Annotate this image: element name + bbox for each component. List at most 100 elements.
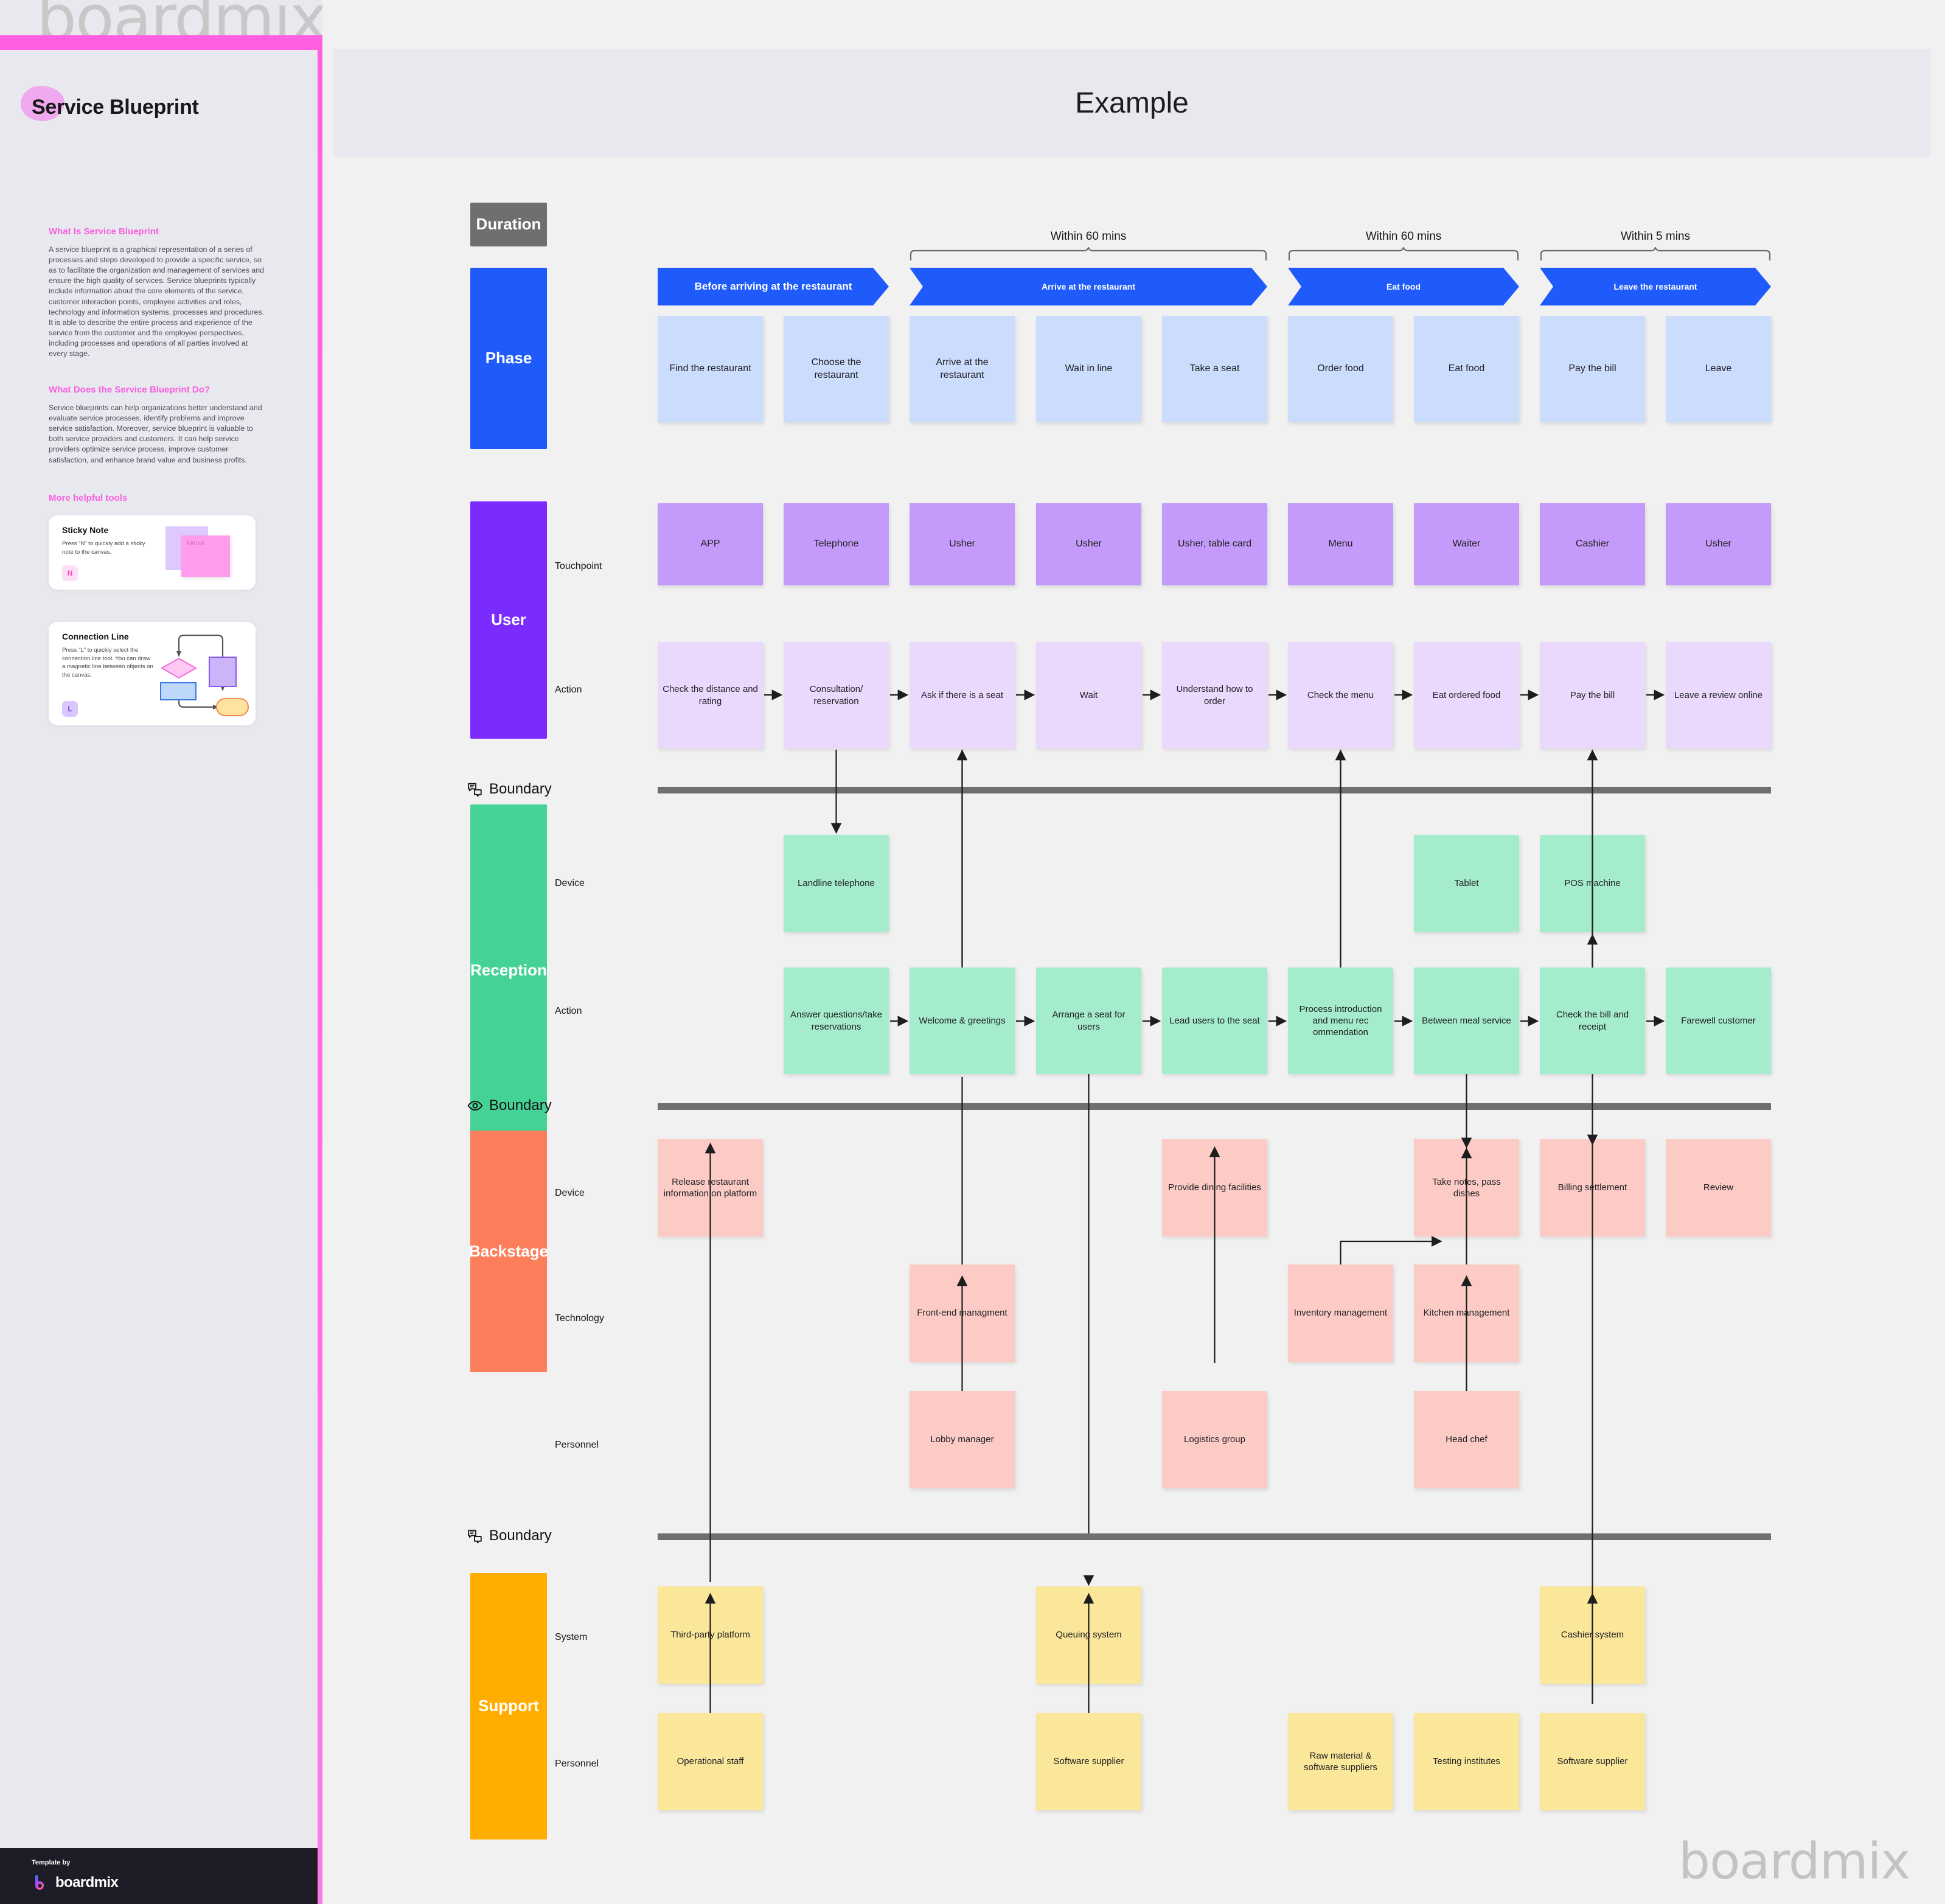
boundary-label: Boundary (467, 781, 552, 798)
chat-bubble-icon (467, 1528, 483, 1544)
blueprint-card[interactable]: Inventory management (1288, 1264, 1393, 1362)
blueprint-card[interactable]: Consultation/ reservation (784, 642, 889, 748)
blueprint-card[interactable]: Usher (1666, 503, 1771, 585)
duration-bracket-icon (1288, 247, 1519, 260)
blueprint-card[interactable]: Provide dining facilities (1162, 1139, 1267, 1236)
canvas-watermark: boardmix (1679, 1833, 1910, 1891)
footer-template-by-label: Template by (32, 1859, 71, 1866)
blueprint-card[interactable]: Menu (1288, 503, 1393, 585)
blueprint-card[interactable]: Head chef (1414, 1391, 1519, 1488)
blueprint-card[interactable]: Leave a review online (1666, 642, 1771, 748)
row-label: Touchpoint (555, 561, 602, 571)
phase-step-card[interactable]: Order food (1288, 316, 1393, 422)
phase-step-card[interactable]: Arrive at the restaurant (910, 316, 1015, 422)
phase-band-label: Phase (470, 268, 547, 449)
blueprint-card[interactable]: Front-end managment (910, 1264, 1015, 1362)
row-label: Device (555, 1188, 585, 1198)
boundary-divider-line (658, 1533, 1771, 1540)
tool-card-title: Sticky Note (62, 525, 109, 535)
blueprint-card[interactable]: Tablet (1414, 835, 1519, 932)
duration-badge: Duration (470, 203, 547, 246)
blueprint-card[interactable]: Billing settlement (1540, 1139, 1645, 1236)
sidebar-right-accent-bar (318, 35, 322, 1904)
blueprint-card[interactable]: Pay the bill (1540, 642, 1645, 748)
blueprint-card[interactable]: Check the menu (1288, 642, 1393, 748)
boundary-text: Boundary (489, 781, 552, 797)
tool-card-connection-line[interactable]: Connection Line Press “L” to quickly sel… (49, 622, 256, 725)
blueprint-card[interactable]: Usher, table card (1162, 503, 1267, 585)
blueprint-card[interactable]: Queuing system (1036, 1586, 1141, 1684)
phase-step-card[interactable]: Find the restaurant (658, 316, 763, 422)
blueprint-card[interactable]: Arrange a seat for users (1036, 968, 1141, 1074)
blueprint-card[interactable]: Welcome & greetings (910, 968, 1015, 1074)
duration-bracket-icon (1540, 247, 1771, 260)
blueprint-card[interactable]: Check the bill and receipt (1540, 968, 1645, 1074)
swimlane-band-support: Support (470, 1573, 547, 1839)
blueprint-card[interactable]: Cashier system (1540, 1586, 1645, 1684)
phase-step-card[interactable]: Eat food (1414, 316, 1519, 422)
blueprint-card[interactable]: Process introduction and menu rec ommend… (1288, 968, 1393, 1074)
section-heading-more-tools: More helpful tools (49, 493, 128, 503)
boundary-text: Boundary (489, 1527, 552, 1544)
blueprint-card[interactable]: Waiter (1414, 503, 1519, 585)
blueprint-card[interactable]: Landline telephone (784, 835, 889, 932)
sidebar-title: Service Blueprint (32, 96, 199, 119)
chat-bubble-icon (467, 781, 483, 797)
blueprint-card[interactable]: Lead users to the seat (1162, 968, 1267, 1074)
blueprint-card[interactable]: Raw material & software suppliers (1288, 1713, 1393, 1810)
sidebar-title-group: Service Blueprint (21, 86, 199, 121)
blueprint-card[interactable]: Release restaurant information on platfo… (658, 1139, 763, 1236)
row-label: Action (555, 685, 582, 695)
blueprint-card[interactable]: Software supplier (1540, 1713, 1645, 1810)
swimlane-band-user: User (470, 501, 547, 739)
row-label: Personnel (555, 1759, 599, 1769)
phase-step-card[interactable]: Leave (1666, 316, 1771, 422)
blueprint-card[interactable]: Farewell customer (1666, 968, 1771, 1074)
swimlane-band-reception: Reception (470, 804, 547, 1136)
tool-card-sticky-note[interactable]: Sticky Note Press “N” to quickly add a s… (49, 515, 256, 590)
blueprint-card[interactable]: Check the distance and rating (658, 642, 763, 748)
blueprint-card[interactable]: Software supplier (1036, 1713, 1141, 1810)
phase-chevron[interactable]: Before arriving at the restaurant (658, 268, 889, 305)
row-label: Personnel (555, 1440, 599, 1450)
blueprint-card[interactable]: Third-party platform (658, 1586, 763, 1684)
blueprint-card[interactable]: Review (1666, 1139, 1771, 1236)
sidebar-footer: Template by boardmix (0, 1848, 318, 1904)
row-label: Action (555, 1006, 582, 1016)
blueprint-card[interactable]: Logistics group (1162, 1391, 1267, 1488)
boardmix-logo-icon (35, 1875, 44, 1890)
swimlane-band-backstage: Backstage (469, 1131, 548, 1372)
sidebar: boardmix Service Blueprint What Is Servi… (0, 0, 322, 1904)
blueprint-card[interactable]: Testing institutes (1414, 1713, 1519, 1810)
phase-step-card[interactable]: Take a seat (1162, 316, 1267, 422)
blueprint-card[interactable]: Operational staff (658, 1713, 763, 1810)
blueprint-card[interactable]: Usher (1036, 503, 1141, 585)
shortcut-key-badge: L (62, 701, 78, 717)
blueprint-card[interactable]: Telephone (784, 503, 889, 585)
phase-chevron[interactable]: Eat food (1288, 268, 1519, 305)
blueprint-card[interactable]: Understand how to order (1162, 642, 1267, 748)
blueprint-card[interactable]: Cashier (1540, 503, 1645, 585)
blueprint-card[interactable]: APP (658, 503, 763, 585)
blueprint-card[interactable]: Usher (910, 503, 1015, 585)
phase-chevron[interactable]: Leave the restaurant (1540, 268, 1771, 305)
sticky-note-front-icon: Add text (181, 535, 230, 577)
duration-bracket-label: Within 5 mins (1620, 230, 1691, 243)
blueprint-card[interactable]: Wait (1036, 642, 1141, 748)
shortcut-key-badge: N (62, 565, 78, 581)
phase-chevron[interactable]: Arrive at the restaurant (910, 268, 1267, 305)
blueprint-card[interactable]: Between meal service (1414, 968, 1519, 1074)
blueprint-card[interactable]: Lobby manager (910, 1391, 1015, 1488)
footer-logo[interactable]: boardmix (32, 1874, 119, 1892)
blueprint-card[interactable]: Kitchen management (1414, 1264, 1519, 1362)
blueprint-card[interactable]: Ask if there is a seat (910, 642, 1015, 748)
blueprint-card[interactable]: Take notes, pass dishes (1414, 1139, 1519, 1236)
phase-step-card[interactable]: Choose the restaurant (784, 316, 889, 422)
blueprint-canvas: boardmix Example Duration Phase Within 60 … (322, 0, 1945, 1904)
phase-step-card[interactable]: Wait in line (1036, 316, 1141, 422)
blueprint-card[interactable]: Eat ordered food (1414, 642, 1519, 748)
boundary-label: Boundary (467, 1097, 552, 1114)
blueprint-card[interactable]: Answer questions/take reservations (784, 968, 889, 1074)
blueprint-card[interactable]: POS machine (1540, 835, 1645, 932)
phase-step-card[interactable]: Pay the bill (1540, 316, 1645, 422)
